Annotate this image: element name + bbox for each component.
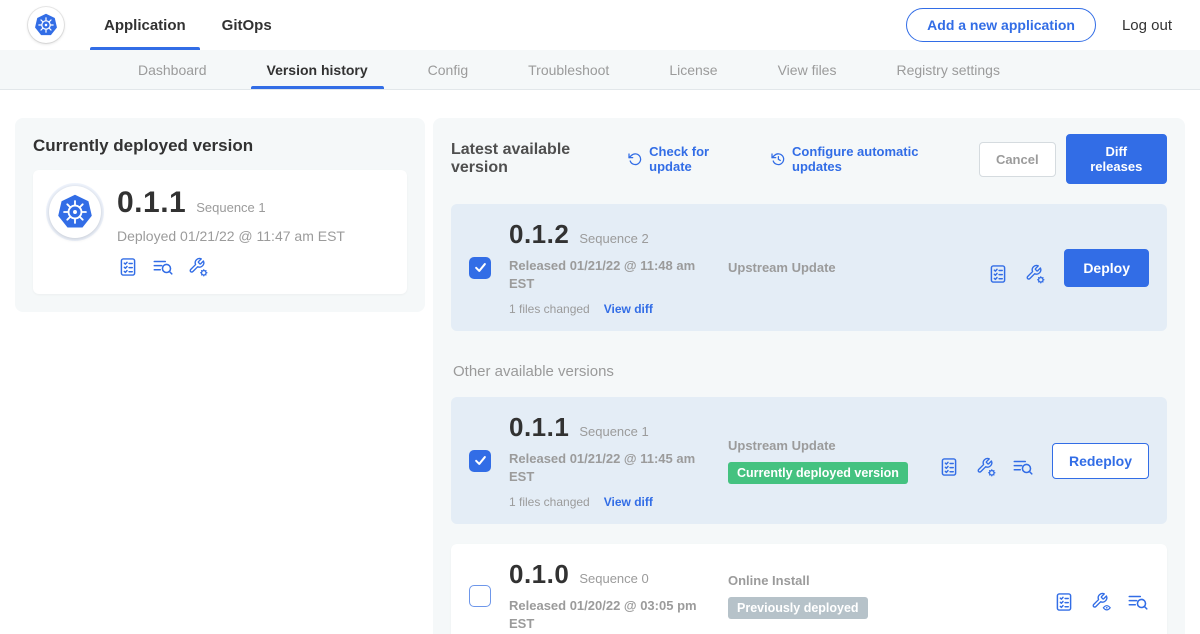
released-timestamp: Released 01/20/22 @ 03:05 pm EST (509, 597, 699, 632)
currently-deployed-panel: Currently deployed version 0.1.1 Sequenc… (15, 118, 425, 312)
sequence-label: Sequence 1 (579, 424, 648, 439)
check-for-update-button[interactable]: Check for update (627, 144, 744, 174)
released-timestamp: Released 01/21/22 @ 11:45 am EST (509, 450, 699, 485)
version-row: 0.1.0 Sequence 0 Released 01/20/22 @ 03:… (451, 544, 1167, 634)
tab-application[interactable]: Application (90, 0, 200, 50)
deployed-version-card: 0.1.1 Sequence 1 Deployed 01/21/22 @ 11:… (33, 170, 407, 294)
version-select-checkbox[interactable] (469, 585, 491, 607)
deploy-logs-icon[interactable] (1012, 456, 1034, 478)
version-number: 0.1.1 (509, 412, 569, 443)
version-source-column: Upstream Update (728, 260, 987, 275)
version-source-label: Online Install (728, 573, 1053, 588)
subnav-item-version-history[interactable]: Version history (237, 50, 398, 89)
deploy-status-badge: Currently deployed version (728, 462, 908, 484)
files-changed-label: 1 files changed (509, 495, 590, 509)
version-select-checkbox[interactable] (469, 450, 491, 472)
config-gear-icon[interactable] (975, 456, 997, 478)
version-select-checkbox[interactable] (469, 257, 491, 279)
version-info-column: 0.1.2 Sequence 2 Released 01/21/22 @ 11:… (509, 219, 714, 316)
preflight-checks-icon[interactable] (117, 256, 139, 278)
checkmark-icon (473, 453, 488, 468)
version-number: 0.1.0 (509, 559, 569, 590)
version-number: 0.1.2 (509, 219, 569, 250)
configure-automatic-updates-label: Configure automatic updates (792, 144, 953, 174)
deployed-panel-title: Currently deployed version (33, 136, 407, 156)
version-action-icons (1053, 591, 1149, 613)
subnav-item-troubleshoot[interactable]: Troubleshoot (498, 50, 639, 89)
config-gear-icon[interactable] (187, 256, 209, 278)
other-versions-label: Other available versions (453, 363, 1165, 380)
version-row-actions: Deploy (987, 249, 1149, 287)
view-diff-link[interactable]: View diff (604, 495, 653, 509)
deploy-button[interactable]: Deploy (1064, 249, 1149, 287)
deployed-version-icons (117, 256, 345, 278)
redeploy-button[interactable]: Redeploy (1052, 443, 1149, 479)
preflight-checks-icon[interactable] (938, 456, 960, 478)
preflight-checks-icon[interactable] (987, 263, 1009, 285)
version-row-actions (1053, 579, 1149, 613)
refresh-icon (627, 150, 643, 168)
version-action-icons (938, 456, 1034, 478)
config-eye-icon[interactable] (1090, 591, 1112, 613)
add-application-button[interactable]: Add a new application (906, 8, 1096, 42)
deployed-timestamp: Deployed 01/21/22 @ 11:47 am EST (117, 228, 345, 244)
config-gear-icon[interactable] (1024, 263, 1046, 285)
version-info-column: 0.1.0 Sequence 0 Released 01/20/22 @ 03:… (509, 559, 714, 632)
deployed-sequence-label: Sequence 1 (196, 200, 265, 215)
version-action-icons (987, 263, 1046, 285)
latest-available-title: Latest available version (451, 141, 613, 177)
version-source-column: Upstream Update Currently deployed versi… (728, 438, 938, 484)
version-history-panel: Latest available version Check for updat… (433, 118, 1185, 634)
top-nav-bar: ApplicationGitOps Add a new application … (0, 0, 1200, 50)
app-icon (49, 186, 101, 238)
latest-version-header: Latest available version Check for updat… (451, 134, 1167, 184)
version-row-actions: Redeploy (938, 443, 1149, 479)
check-for-update-label: Check for update (649, 144, 744, 174)
files-changed-label: 1 files changed (509, 302, 590, 316)
diff-releases-button[interactable]: Diff releases (1066, 134, 1167, 184)
app-subnav: DashboardVersion historyConfigTroublesho… (0, 50, 1200, 90)
deploy-status-badge: Previously deployed (728, 597, 868, 619)
tab-gitops[interactable]: GitOps (208, 0, 286, 50)
subnav-item-config[interactable]: Config (398, 50, 498, 89)
sequence-label: Sequence 2 (579, 231, 648, 246)
logout-link[interactable]: Log out (1122, 17, 1172, 34)
version-row: 0.1.2 Sequence 2 Released 01/21/22 @ 11:… (451, 204, 1167, 331)
released-timestamp: Released 01/21/22 @ 11:48 am EST (509, 257, 699, 292)
subnav-item-license[interactable]: License (639, 50, 747, 89)
kubernetes-logo (28, 7, 64, 43)
version-info-column: 0.1.1 Sequence 1 Released 01/21/22 @ 11:… (509, 412, 714, 509)
checkmark-icon (473, 260, 488, 275)
version-source-label: Upstream Update (728, 260, 987, 275)
subnav-item-registry-settings[interactable]: Registry settings (866, 50, 1029, 89)
version-source-column: Online Install Previously deployed (728, 573, 1053, 619)
schedule-icon (770, 150, 786, 168)
deployed-version-number: 0.1.1 (117, 186, 186, 220)
deploy-logs-icon[interactable] (152, 256, 174, 278)
version-source-label: Upstream Update (728, 438, 938, 453)
deploy-logs-icon[interactable] (1127, 591, 1149, 613)
sequence-label: Sequence 0 (579, 571, 648, 586)
app-tabs: ApplicationGitOps (90, 0, 294, 50)
view-diff-link[interactable]: View diff (604, 302, 653, 316)
configure-automatic-updates-button[interactable]: Configure automatic updates (770, 144, 953, 174)
subnav-item-dashboard[interactable]: Dashboard (108, 50, 237, 89)
preflight-checks-icon[interactable] (1053, 591, 1075, 613)
subnav-item-view-files[interactable]: View files (748, 50, 867, 89)
cancel-button[interactable]: Cancel (979, 142, 1056, 177)
main-content: Currently deployed version 0.1.1 Sequenc… (0, 90, 1200, 634)
version-row: 0.1.1 Sequence 1 Released 01/21/22 @ 11:… (451, 397, 1167, 524)
